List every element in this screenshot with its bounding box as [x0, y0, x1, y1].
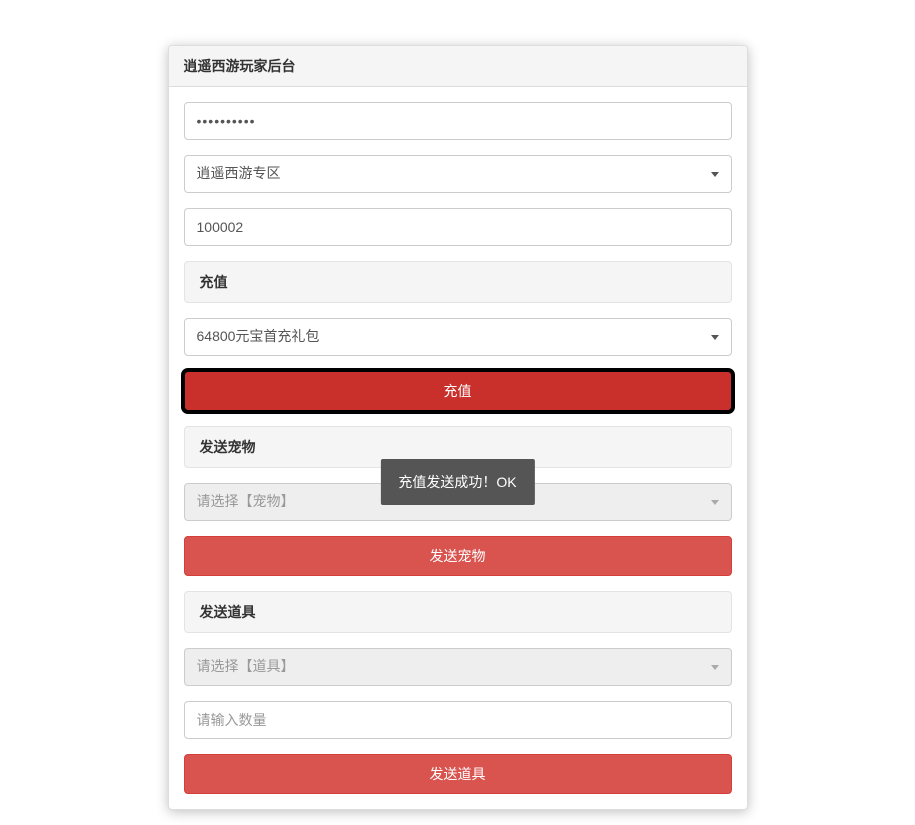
recharge-package-select[interactable]: 64800元宝首充礼包	[184, 318, 732, 356]
send-item-button[interactable]: 发送道具	[184, 754, 732, 794]
server-select-value: 逍遥西游专区	[197, 164, 281, 184]
server-select[interactable]: 逍遥西游专区	[184, 155, 732, 193]
recharge-package-value: 64800元宝首充礼包	[197, 327, 320, 347]
send-pet-button[interactable]: 发送宠物	[184, 536, 732, 576]
item-select-placeholder: 请选择【道具】	[197, 657, 295, 677]
recharge-button-group: 充值	[184, 371, 732, 411]
toast-message: 充值发送成功！OK	[380, 459, 534, 505]
id-input[interactable]	[184, 208, 732, 246]
pet-select-placeholder: 请选择【宠物】	[197, 492, 295, 512]
chevron-down-icon	[711, 500, 719, 505]
password-group	[184, 102, 732, 140]
server-select-group: 逍遥西游专区	[184, 155, 732, 193]
panel-title: 逍遥西游玩家后台	[169, 46, 747, 87]
item-quantity-group	[184, 701, 732, 739]
panel-body: 逍遥西游专区 充值 64800元宝首充礼包 充值 发送宠物 请选择【宠物】	[169, 87, 747, 809]
chevron-down-icon	[711, 665, 719, 670]
id-input-group	[184, 208, 732, 246]
item-quantity-input[interactable]	[184, 701, 732, 739]
pet-button-group: 发送宠物	[184, 536, 732, 576]
recharge-button[interactable]: 充值	[184, 371, 732, 411]
item-section-header: 发送道具	[184, 591, 732, 633]
password-input[interactable]	[184, 102, 732, 140]
item-select-group: 请选择【道具】	[184, 648, 732, 686]
chevron-down-icon	[711, 335, 719, 340]
recharge-package-group: 64800元宝首充礼包	[184, 318, 732, 356]
item-button-group: 发送道具	[184, 754, 732, 794]
chevron-down-icon	[711, 172, 719, 177]
admin-panel: 逍遥西游玩家后台 逍遥西游专区 充值 64800元宝首充礼包 充值 发送宠物	[168, 45, 748, 810]
recharge-section-header: 充值	[184, 261, 732, 303]
item-select[interactable]: 请选择【道具】	[184, 648, 732, 686]
